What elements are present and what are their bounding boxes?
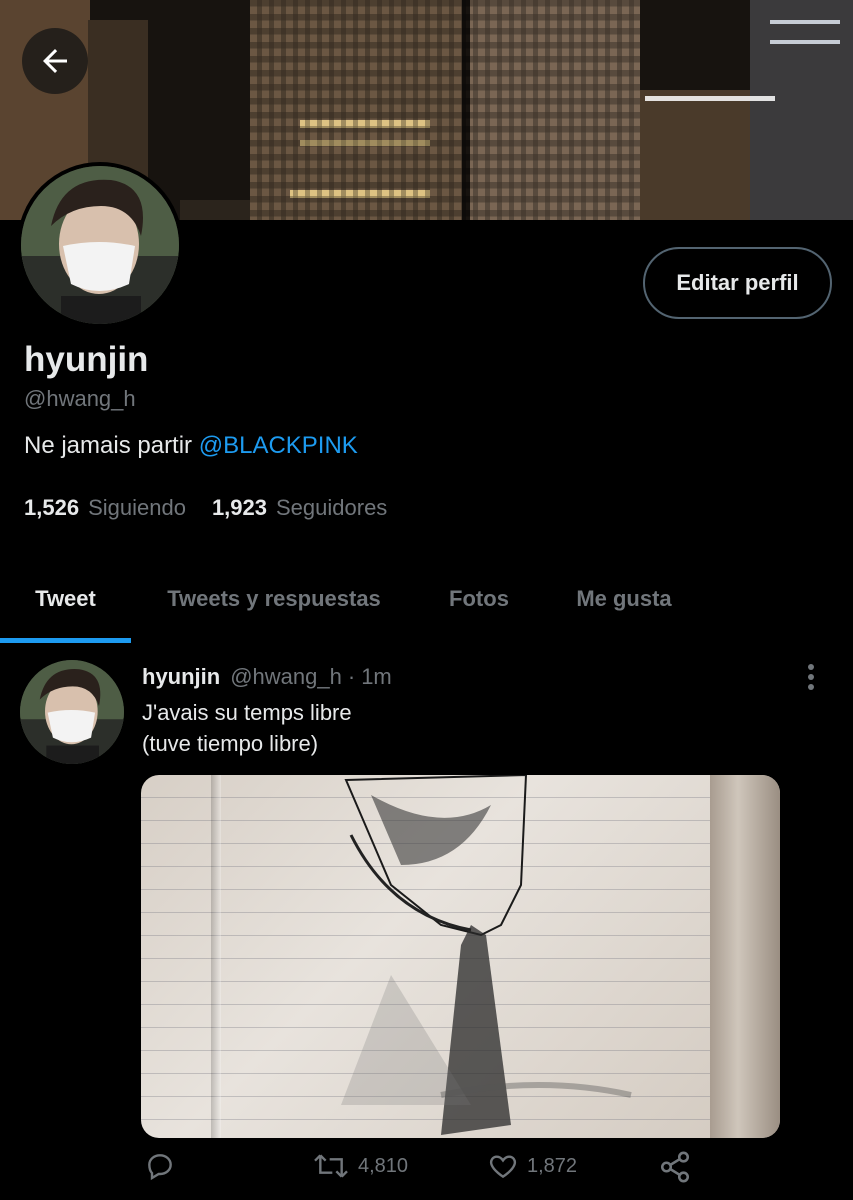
followers-link[interactable]: 1,923 Seguidores: [212, 495, 387, 521]
tweet-actions: 4,810 1,872: [0, 1150, 853, 1194]
tab-likes[interactable]: Me gusta: [541, 555, 707, 643]
profile-avatar[interactable]: [17, 162, 183, 328]
tab-tweets-and-replies[interactable]: Tweets y respuestas: [131, 555, 417, 643]
tweet-text: J'avais su temps libre (tuve tiempo libr…: [142, 700, 352, 756]
tweet-separator: ·: [347, 664, 356, 689]
edit-profile-button[interactable]: Editar perfil: [643, 247, 832, 319]
avatar-photo: [21, 166, 179, 324]
retweet-count: 4,810: [358, 1154, 409, 1177]
heart-icon: [489, 1155, 517, 1179]
reply-button[interactable]: [144, 1150, 176, 1182]
like-count: 1,872: [527, 1154, 578, 1177]
back-button[interactable]: [22, 28, 88, 94]
retweet-button[interactable]: 4,810: [312, 1150, 408, 1182]
retweet-icon: [314, 1154, 348, 1178]
tweet-header: hyunjin @hwang_h · 1m: [142, 664, 392, 690]
tab-photos[interactable]: Fotos: [417, 555, 541, 643]
window-pattern: [250, 0, 640, 220]
tweet-author-handle: @hwang_h: [230, 664, 342, 689]
bio-mention-link[interactable]: @BLACKPINK: [199, 432, 358, 459]
tweet-more-button[interactable]: [800, 662, 822, 692]
tweet-image[interactable]: [141, 775, 780, 1138]
tab-tweets[interactable]: Tweet: [0, 555, 131, 643]
profile-handle: @hwang_h: [24, 386, 136, 411]
like-button[interactable]: 1,872: [487, 1150, 577, 1182]
profile-name: hyunjin: [24, 340, 149, 379]
following-link[interactable]: 1,526 Siguiendo: [24, 495, 186, 521]
followers-label: Seguidores: [276, 495, 388, 520]
profile-bio: Ne jamais partir @BLACKPINK: [24, 432, 358, 460]
profile-stats: 1,526 Siguiendo 1,923 Seguidores: [24, 495, 387, 521]
bouquet-sketch: [341, 775, 632, 1135]
arrow-left-icon: [43, 49, 67, 73]
following-count: 1,526: [24, 495, 80, 520]
reply-icon: [148, 1154, 172, 1181]
followers-count: 1,923: [211, 495, 267, 520]
profile-tabs: Tweet Tweets y respuestas Fotos Me gusta: [0, 555, 853, 643]
tweet-author-name[interactable]: hyunjin: [142, 664, 220, 690]
more-vertical-icon: [808, 664, 814, 690]
avatar-photo: [20, 660, 124, 764]
following-label: Siguiendo: [88, 495, 186, 520]
share-button[interactable]: [658, 1150, 692, 1184]
share-icon: [660, 1151, 690, 1183]
bio-text: Ne jamais partir: [24, 432, 199, 459]
tweet-avatar[interactable]: [20, 660, 124, 764]
tweet-time: 1m: [361, 664, 392, 689]
